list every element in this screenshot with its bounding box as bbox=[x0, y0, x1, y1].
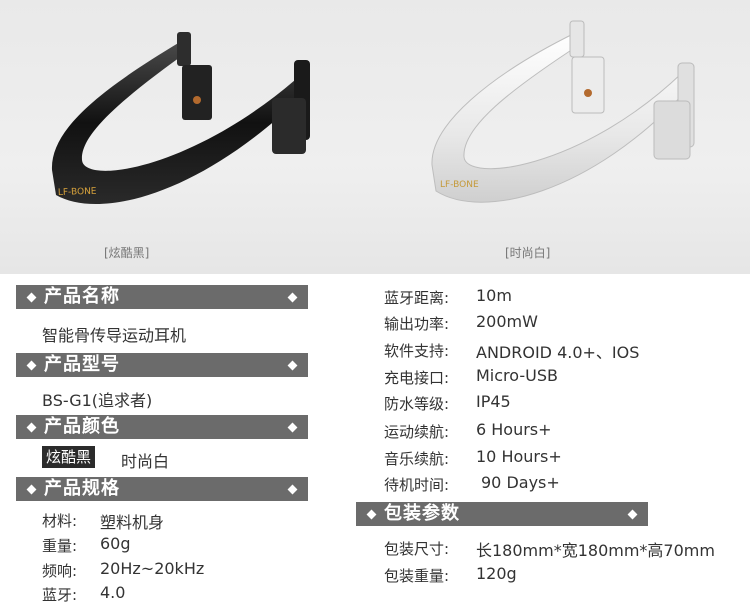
spec-label: 运动续航: bbox=[384, 423, 450, 441]
diamond-icon bbox=[366, 509, 377, 520]
spec-value: 塑料机身 bbox=[100, 513, 165, 532]
spec-value: 90 Days+ bbox=[481, 473, 560, 492]
brand-logo-white: LF-BONE bbox=[440, 180, 479, 190]
spec-value: 120g bbox=[476, 564, 517, 583]
spec-label: 软件支持: bbox=[384, 342, 450, 360]
section-color-header: 产品颜色 bbox=[16, 415, 308, 439]
spec-value: IP45 bbox=[476, 392, 511, 411]
section-name-header: 产品名称 bbox=[16, 285, 308, 309]
spec-value: Micro-USB bbox=[476, 366, 558, 385]
diamond-icon bbox=[26, 360, 37, 371]
spec-value: 20Hz~20kHz bbox=[100, 559, 205, 578]
spec-label: 包装尺寸: bbox=[384, 540, 450, 558]
spec-value: 4.0 bbox=[100, 583, 126, 602]
diamond-icon bbox=[627, 509, 638, 520]
product-hero: LF-BONE [炫酷黑] LF-BONE [时尚白] bbox=[0, 0, 750, 274]
black-headphone-image: LF-BONE bbox=[51, 32, 310, 205]
spec-value: 10 Hours+ bbox=[476, 447, 562, 466]
spec-label: 包装重量: bbox=[384, 567, 450, 585]
spec-label: 防水等级: bbox=[384, 395, 450, 413]
spec-label: 音乐续航: bbox=[384, 450, 450, 468]
diamond-icon bbox=[287, 292, 298, 303]
caption-white: [时尚白] bbox=[505, 246, 551, 260]
diamond-icon bbox=[287, 422, 298, 433]
spec-label: 输出功率: bbox=[384, 315, 450, 333]
diamond-icon bbox=[287, 484, 298, 495]
product-name-value: 智能骨传导运动耳机 bbox=[42, 326, 187, 345]
diamond-icon bbox=[26, 292, 37, 303]
diamond-icon bbox=[287, 360, 298, 371]
spec-label: 材料: bbox=[42, 512, 78, 530]
spec-label: 频响: bbox=[42, 562, 78, 580]
section-package-header: 包装参数 bbox=[356, 502, 648, 526]
section-model-header: 产品型号 bbox=[16, 353, 308, 377]
spec-label: 蓝牙: bbox=[42, 586, 78, 604]
spec-label: 重量: bbox=[42, 537, 78, 555]
caption-black: [炫酷黑] bbox=[104, 246, 150, 260]
white-headphone-image: LF-BONE bbox=[431, 20, 695, 203]
product-model-value: BS-G1(追求者) bbox=[42, 391, 153, 410]
spec-label: 充电接口: bbox=[384, 369, 450, 387]
spec-value: 6 Hours+ bbox=[476, 420, 552, 439]
section-spec-header: 产品规格 bbox=[16, 477, 308, 501]
spec-value: 200mW bbox=[476, 312, 538, 331]
diamond-icon bbox=[26, 484, 37, 495]
color-option-white[interactable]: 时尚白 bbox=[121, 448, 169, 472]
spec-value: ANDROID 4.0+、IOS bbox=[476, 343, 640, 362]
spec-value: 长180mm*宽180mm*高70mm bbox=[476, 541, 715, 560]
color-option-black[interactable]: 炫酷黑 bbox=[42, 446, 96, 468]
diamond-icon bbox=[26, 422, 37, 433]
spec-label: 待机时间: bbox=[384, 476, 450, 494]
spec-label: 蓝牙距离: bbox=[384, 289, 450, 307]
spec-value: 10m bbox=[476, 286, 512, 305]
brand-logo-black: LF-BONE bbox=[58, 187, 97, 198]
spec-value: 60g bbox=[100, 534, 131, 553]
